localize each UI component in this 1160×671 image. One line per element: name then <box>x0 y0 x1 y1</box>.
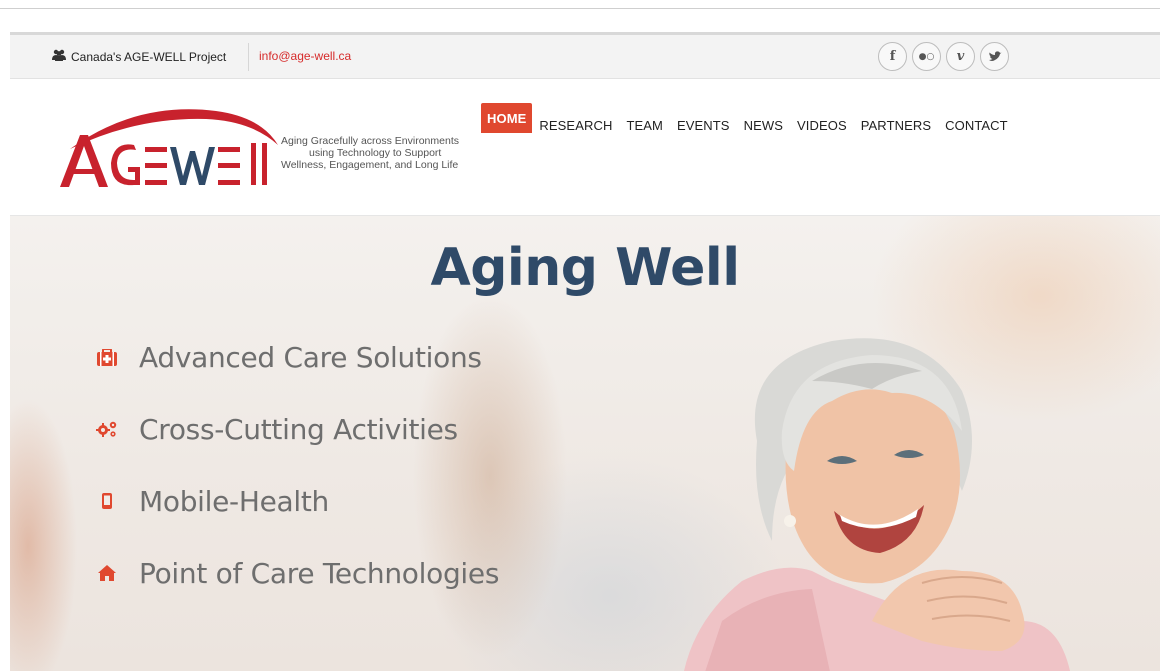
medkit-icon <box>96 346 118 368</box>
feature-item[interactable]: Mobile-Health <box>96 465 499 537</box>
gears-icon <box>96 418 118 440</box>
nav-partners[interactable]: PARTNERS <box>854 103 938 139</box>
social-links: f ●○ v <box>878 42 1009 71</box>
page: Canada's AGE-WELL Project info@age-well.… <box>10 32 1160 671</box>
feature-label: Point of Care Technologies <box>139 556 500 590</box>
feature-item[interactable]: Cross-Cutting Activities <box>96 393 499 465</box>
topbar-divider <box>248 43 249 71</box>
smiling-senior-woman-image <box>662 321 1082 671</box>
vimeo-icon[interactable]: v <box>946 42 975 71</box>
feature-label: Advanced Care Solutions <box>139 340 482 374</box>
nav-news[interactable]: NEWS <box>737 103 790 139</box>
flickr-icon[interactable]: ●○ <box>912 42 941 71</box>
nav-contact[interactable]: CONTACT <box>938 103 1015 139</box>
age-well-logo[interactable]: Aging Gracefully across Environments usi… <box>56 105 496 195</box>
feature-item[interactable]: Point of Care Technologies <box>96 537 499 609</box>
hero-banner: Aging Well Advanced Care Solutions Cross… <box>10 216 1160 671</box>
main-navigation: HOME RESEARCH TEAM EVENTS NEWS VIDEOS PA… <box>481 103 1015 139</box>
mobile-phone-icon <box>96 490 118 512</box>
facebook-icon[interactable]: f <box>878 42 907 71</box>
twitter-icon[interactable] <box>980 42 1009 71</box>
nav-videos[interactable]: VIDEOS <box>790 103 854 139</box>
nav-events[interactable]: EVENTS <box>670 103 737 139</box>
feature-item[interactable]: Advanced Care Solutions <box>96 321 499 393</box>
project-label: Canada's AGE-WELL Project <box>52 49 226 64</box>
feature-label: Mobile-Health <box>139 484 329 518</box>
users-icon <box>52 49 66 64</box>
feature-label: Cross-Cutting Activities <box>139 412 458 446</box>
home-icon <box>96 562 118 584</box>
nav-research[interactable]: RESEARCH <box>532 103 619 139</box>
nav-team[interactable]: TEAM <box>619 103 670 139</box>
logo-tagline: Aging Gracefully across Environments usi… <box>281 135 459 171</box>
top-divider <box>0 8 1160 9</box>
hero-title: Aging Well <box>430 238 740 298</box>
top-info-bar: Canada's AGE-WELL Project info@age-well.… <box>10 32 1160 79</box>
feature-list: Advanced Care Solutions Cross-Cutting Ac… <box>96 321 499 609</box>
nav-home[interactable]: HOME <box>481 103 533 133</box>
email-link[interactable]: info@age-well.ca <box>259 49 351 63</box>
site-header: Aging Gracefully across Environments usi… <box>10 79 1160 216</box>
